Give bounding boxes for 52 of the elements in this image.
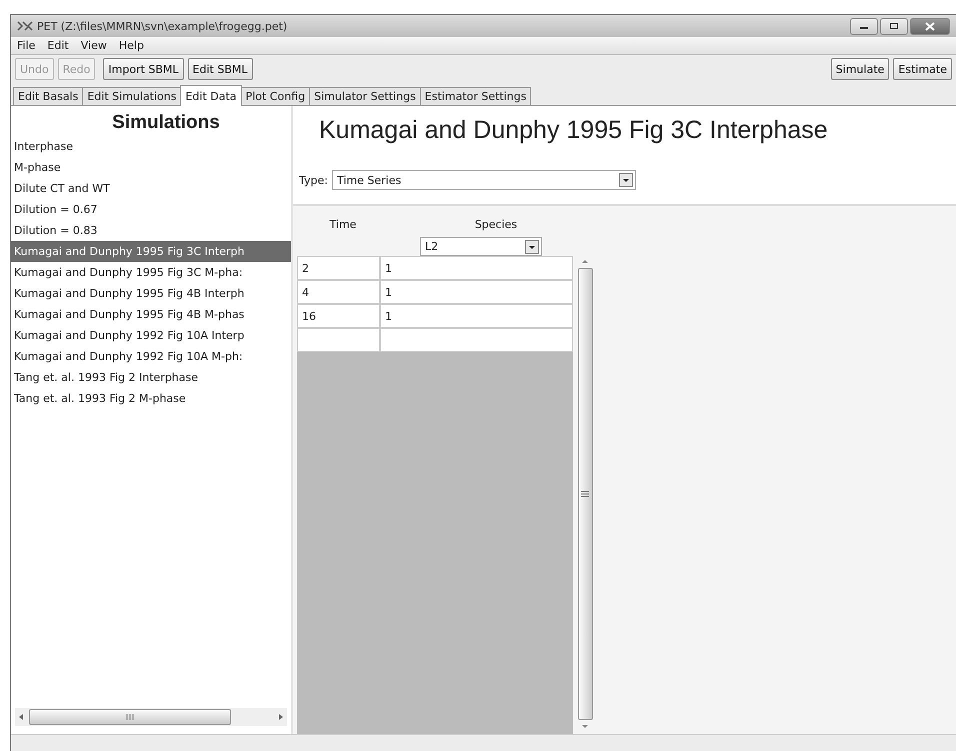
list-item[interactable]: Kumagai and Dunphy 1995 Fig 4B M-phas xyxy=(11,304,291,325)
tab[interactable]: Edit Data xyxy=(180,85,242,106)
tab[interactable]: Edit Simulations xyxy=(82,87,182,105)
toolbar-button[interactable]: Simulate xyxy=(830,58,890,80)
menu-item[interactable]: View xyxy=(80,39,107,52)
maximize-icon xyxy=(888,22,900,30)
list-item[interactable]: Tang et. al. 1993 Fig 2 M-phase xyxy=(11,388,291,409)
grip-icon xyxy=(581,490,589,498)
horizontal-scrollbar[interactable] xyxy=(15,708,287,726)
simulation-title: Kumagai and Dunphy 1995 Fig 3C Interphase xyxy=(293,106,956,164)
maximize-button[interactable] xyxy=(880,18,908,34)
sidebar-title: Simulations xyxy=(111,111,221,135)
table-cell[interactable]: 1 xyxy=(380,304,573,328)
toolbar-button[interactable]: Edit SBML xyxy=(188,58,252,80)
menu-item[interactable]: Help xyxy=(118,39,144,52)
list-item[interactable]: Dilution = 0.83 xyxy=(11,220,291,241)
column-header: Species xyxy=(474,218,518,231)
menu-item[interactable]: Edit xyxy=(47,39,69,52)
close-icon xyxy=(924,22,936,30)
tab[interactable]: Plot Config xyxy=(240,87,310,105)
toolbar-button[interactable]: Estimate xyxy=(893,58,952,80)
table-cell[interactable]: 1 xyxy=(380,280,573,304)
table-cell[interactable]: 2 xyxy=(297,256,380,280)
type-label: Type: xyxy=(299,174,328,186)
app-icon xyxy=(17,20,33,32)
type-dropdown[interactable]: Time Series xyxy=(332,170,636,190)
column-header: Time xyxy=(330,218,356,231)
list-item[interactable]: Kumagai and Dunphy 1992 Fig 10A M-ph: xyxy=(11,346,291,367)
tab[interactable]: Edit Basals xyxy=(13,87,84,105)
list-item[interactable]: Interphase xyxy=(11,136,291,157)
list-item[interactable]: Tang et. al. 1993 Fig 2 Interphase xyxy=(11,367,291,388)
toolbar-button[interactable]: Import SBML xyxy=(103,58,184,80)
list-item[interactable]: Dilute CT and WT xyxy=(11,178,291,199)
minimize-button[interactable] xyxy=(850,18,878,34)
list-item[interactable]: Kumagai and Dunphy 1995 Fig 4B Interph xyxy=(11,283,291,304)
table-cell[interactable] xyxy=(380,328,573,352)
close-button[interactable] xyxy=(910,18,950,34)
grip-icon xyxy=(126,714,134,720)
table-cell[interactable]: 1 xyxy=(380,256,573,280)
species-dropdown[interactable]: L2 xyxy=(420,237,542,256)
list-item[interactable]: Kumagai and Dunphy 1995 Fig 3C Interph xyxy=(11,241,291,262)
tab[interactable]: Simulator Settings xyxy=(309,87,421,105)
list-item[interactable]: Dilution = 0.67 xyxy=(11,199,291,220)
list-item[interactable]: Kumagai and Dunphy 1992 Fig 10A Interp xyxy=(11,325,291,346)
list-item[interactable]: M-phase xyxy=(11,157,291,178)
table-cell[interactable]: 4 xyxy=(297,280,380,304)
table-cell[interactable]: 16 xyxy=(297,304,380,328)
tab[interactable]: Estimator Settings xyxy=(420,87,532,105)
menu-item[interactable]: File xyxy=(17,39,36,52)
list-item[interactable]: Kumagai and Dunphy 1995 Fig 3C M-pha: xyxy=(11,262,291,283)
table-cell[interactable] xyxy=(297,328,380,352)
window-title: PET (Z:\files\MMRN\svn\example\frogegg.pet) xyxy=(37,20,288,32)
